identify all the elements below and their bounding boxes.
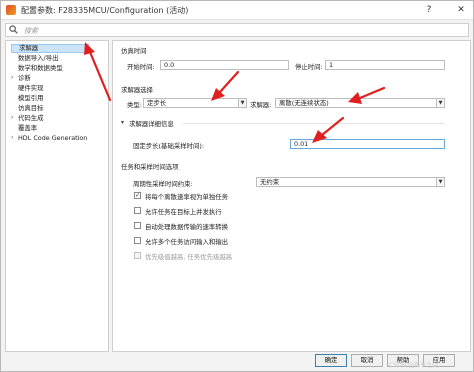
search-placeholder: 搜索: [24, 27, 38, 35]
chevron-down-icon: ▼: [436, 99, 444, 107]
window-title: 配置参数: F28335MCU/Configuration (活动): [21, 6, 189, 15]
checkbox-label: 自动处理数据传输的速率转换: [145, 223, 229, 231]
category-tree: 求解器 数据导入/导出 数学和数据类型 › 诊断 硬件实现 模型引用 仿真目标 …: [5, 40, 109, 352]
search-input[interactable]: 搜索: [5, 23, 469, 37]
checkbox-rate-transition[interactable]: [134, 222, 141, 229]
tree-item-math-data-types[interactable]: 数学和数据类型: [18, 64, 63, 73]
checkbox-label: 将每个离散速率视为单独任务: [145, 193, 229, 201]
collapse-details-icon[interactable]: ▾: [121, 119, 124, 126]
chevron-down-icon: ▼: [436, 178, 444, 186]
stop-time-label: 停止时间:: [295, 63, 323, 71]
solver-type-dropdown[interactable]: 定步长 ▼: [143, 98, 247, 108]
tree-item-diagnostics[interactable]: 诊断: [18, 74, 31, 83]
solver-type-value: 定步长: [147, 99, 167, 107]
start-time-label: 开始时间:: [127, 63, 155, 71]
tree-item-sim-target[interactable]: 仿真目标: [18, 104, 44, 113]
checkbox-single-tasking[interactable]: ✓: [134, 192, 141, 199]
tree-item-data-import-export[interactable]: 数据导入/导出: [18, 54, 59, 63]
expand-codegen-icon[interactable]: ›: [11, 114, 13, 121]
help-window-button[interactable]: ?: [421, 3, 437, 17]
periodic-constraint-dropdown[interactable]: 无约束 ▼: [256, 177, 445, 187]
start-time-input[interactable]: 0.0: [160, 60, 289, 70]
checkbox-priority: [134, 252, 141, 259]
periodic-constraint-label: 周期性采样时间约束:: [133, 180, 193, 188]
section-solver-details: 求解器详细信息: [129, 120, 174, 128]
section-solver-select: 求解器选择: [121, 86, 153, 94]
section-tasks: 任务和采样时间选项: [121, 163, 179, 171]
solver-label: 求解器:: [250, 101, 272, 109]
checkbox-label: 允许多个任务访问输入和输出: [145, 238, 229, 246]
checkbox-multi-task-io[interactable]: [134, 237, 141, 244]
tree-item-solver[interactable]: 求解器: [11, 44, 89, 53]
cancel-button[interactable]: 取消: [351, 354, 383, 367]
matlab-logo-icon: [6, 5, 16, 15]
section-sim-time: 仿真时间: [121, 47, 147, 55]
chevron-down-icon: ▼: [238, 99, 246, 107]
watermark: CSDN @孤亨之剑: [389, 362, 439, 369]
stop-time-input[interactable]: 1: [325, 60, 445, 70]
solver-value: 离散(无连续状态): [279, 99, 329, 107]
tree-item-model-reference[interactable]: 模型引用: [18, 94, 44, 103]
tree-item-hardware[interactable]: 硬件实现: [18, 84, 44, 93]
tree-item-coverage[interactable]: 覆盖率: [18, 124, 37, 133]
fixed-step-label: 固定步长(基础采样时间):: [133, 142, 205, 150]
config-window: 配置参数: F28335MCU/Configuration (活动) ? ✕ 搜…: [0, 0, 474, 372]
title-bar: 配置参数: F28335MCU/Configuration (活动) ? ✕: [1, 1, 473, 20]
checkbox-label: 优先级值越高, 任务优先级越高: [145, 253, 233, 261]
solver-type-label: 类型:: [127, 101, 142, 109]
close-window-button[interactable]: ✕: [453, 3, 469, 17]
section-divider: [183, 123, 445, 124]
expand-diagnostics-icon[interactable]: ›: [11, 74, 13, 81]
settings-panel: 仿真时间 开始时间: 0.0 停止时间: 1 求解器选择 类型: 定步长 ▼ 求…: [112, 40, 471, 352]
checkbox-concurrent-tasks[interactable]: [134, 207, 141, 214]
tree-item-code-generation[interactable]: 代码生成: [18, 114, 44, 123]
ok-button[interactable]: 确定: [315, 354, 347, 367]
search-icon: [9, 25, 18, 34]
fixed-step-input[interactable]: 0.01: [290, 139, 445, 149]
tree-item-label: 求解器: [19, 44, 39, 52]
checkbox-label: 允许任务在目标上并发执行: [145, 208, 222, 216]
expand-hdl-icon[interactable]: ›: [11, 134, 13, 141]
periodic-constraint-value: 无约束: [260, 178, 280, 186]
solver-dropdown[interactable]: 离散(无连续状态) ▼: [275, 98, 445, 108]
tree-item-hdl-codegen[interactable]: HDL Code Generation: [18, 134, 87, 143]
